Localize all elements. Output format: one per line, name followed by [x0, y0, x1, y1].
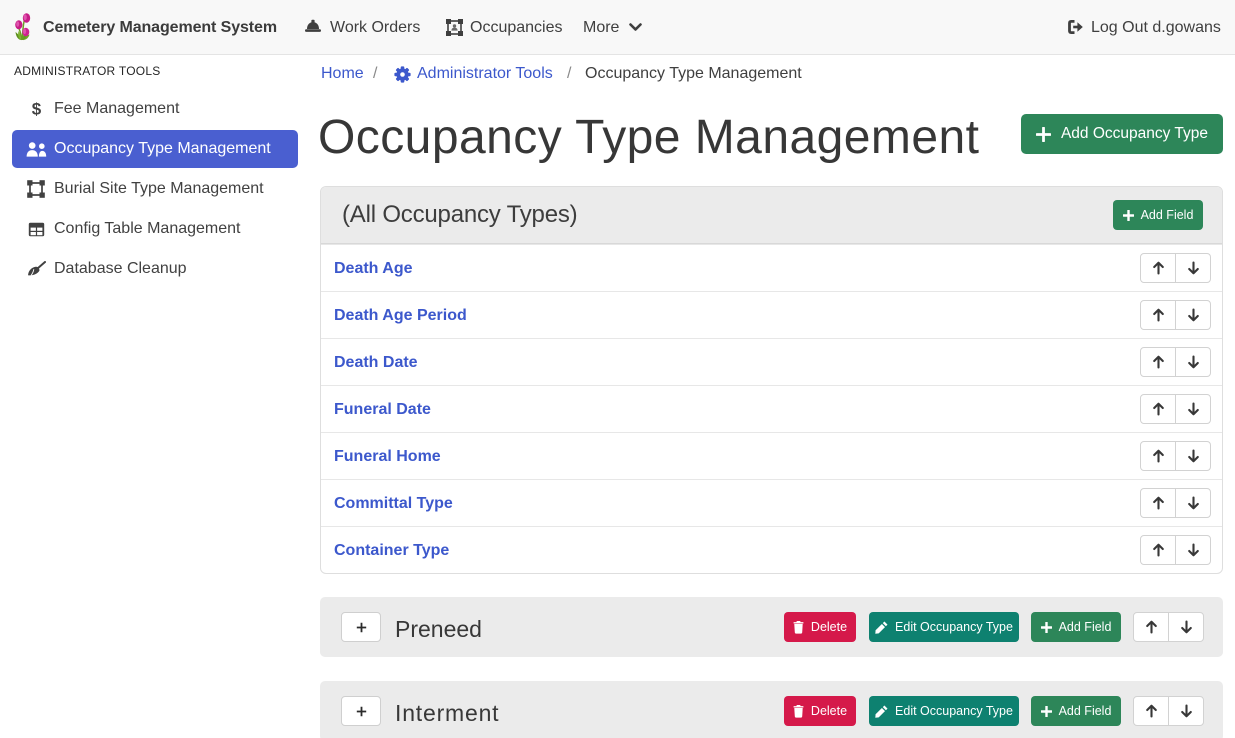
- svg-text:$: $: [31, 100, 41, 118]
